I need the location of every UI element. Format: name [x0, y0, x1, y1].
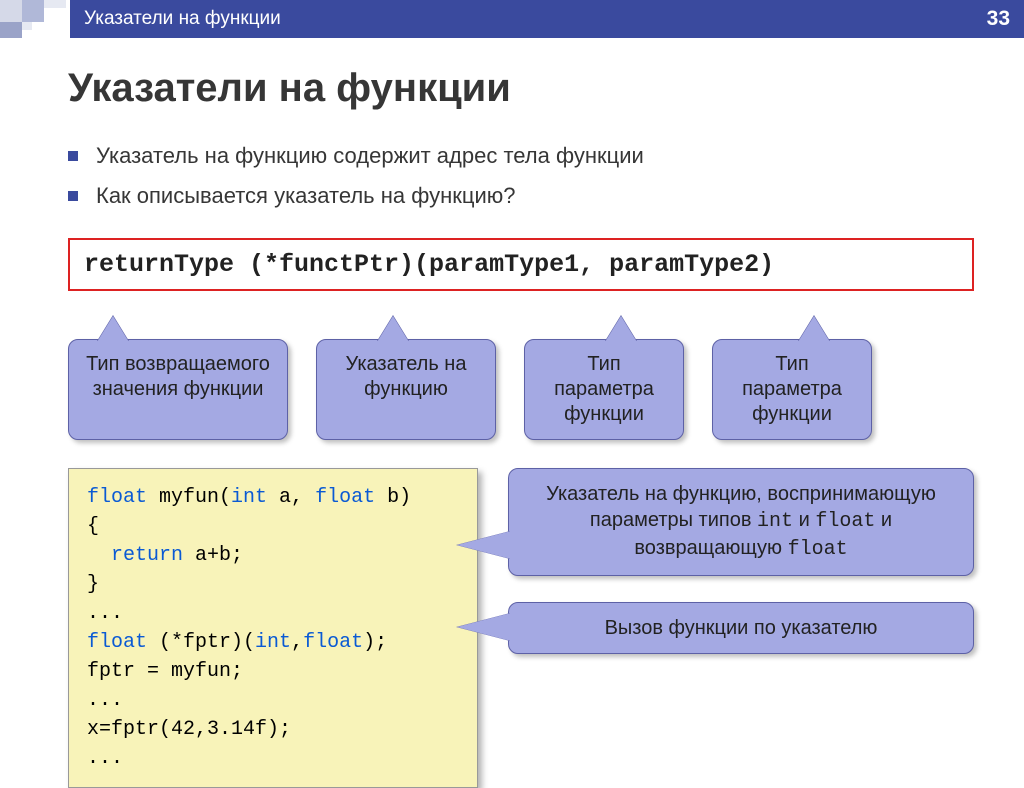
callout-text: Вызов функции по указателю	[605, 617, 878, 639]
right-callouts: Указатель на функцию, воспринимающую пар…	[508, 468, 974, 654]
callout-return-type: Тип возвращаемого значения функции	[68, 339, 288, 440]
code-token: (*fptr)(	[147, 631, 255, 654]
code-token: );	[363, 631, 387, 654]
code-token: int	[231, 486, 267, 509]
code-token: fptr = myfun;	[87, 660, 243, 683]
slide-body: Указатели на функции Указатель на функци…	[0, 38, 1024, 788]
code-token: x=fptr(42,3.14f);	[87, 718, 291, 741]
bullet-list: Указатель на функцию содержит адрес тела…	[68, 141, 974, 210]
callout-param-type-2: Тип параметра функции	[712, 339, 872, 440]
code-token: }	[87, 573, 99, 596]
callout-function-pointer: Указатель на функцию	[316, 339, 496, 440]
page-title: Указатели на функции	[68, 66, 974, 111]
code-token: float	[303, 631, 363, 654]
bullet-item: Указатель на функцию содержит адрес тела…	[68, 141, 974, 171]
code-token: ,	[291, 631, 303, 654]
callout-code: float	[815, 510, 875, 533]
code-token: b)	[375, 486, 411, 509]
callout-text: и	[793, 509, 815, 531]
code-token: a+b;	[183, 544, 243, 567]
callout-fptr-call: Вызов функции по указателю	[508, 602, 974, 654]
code-token: float	[315, 486, 375, 509]
slide-header: Указатели на функции 33	[0, 0, 1024, 38]
page-number: 33	[987, 7, 1010, 31]
code-token: ...	[87, 689, 123, 712]
syntax-declaration-box: returnType (*functPtr)(paramType1, param…	[68, 238, 974, 291]
callouts-row: Тип возвращаемого значения функции Указа…	[68, 339, 974, 440]
header-title: Указатели на функции	[84, 8, 281, 30]
callout-param-type-1: Тип параметра функции	[524, 339, 684, 440]
callout-text: Тип возвращаемого значения функции	[86, 353, 270, 400]
code-token: float	[87, 631, 147, 654]
callout-text: Указатель на функцию	[346, 353, 467, 400]
bullet-item: Как описывается указатель на функцию?	[68, 181, 974, 211]
callout-code: float	[788, 538, 848, 561]
code-token: int	[255, 631, 291, 654]
callout-text: Тип параметра функции	[554, 353, 654, 425]
callout-text: Тип параметра функции	[742, 353, 842, 425]
code-token: {	[87, 515, 99, 538]
callout-fptr-description: Указатель на функцию, воспринимающую пар…	[508, 468, 974, 576]
title-bar: Указатели на функции 33	[70, 0, 1024, 38]
code-token: return	[87, 544, 183, 567]
bottom-row: float myfun(int a, float b) { return a+b…	[68, 468, 974, 788]
callout-code: int	[757, 510, 793, 533]
code-token: a,	[267, 486, 315, 509]
code-token: myfun(	[147, 486, 231, 509]
code-token: ...	[87, 602, 123, 625]
corner-decoration	[0, 0, 70, 38]
code-example: float myfun(int a, float b) { return a+b…	[68, 468, 478, 788]
code-token: float	[87, 486, 147, 509]
